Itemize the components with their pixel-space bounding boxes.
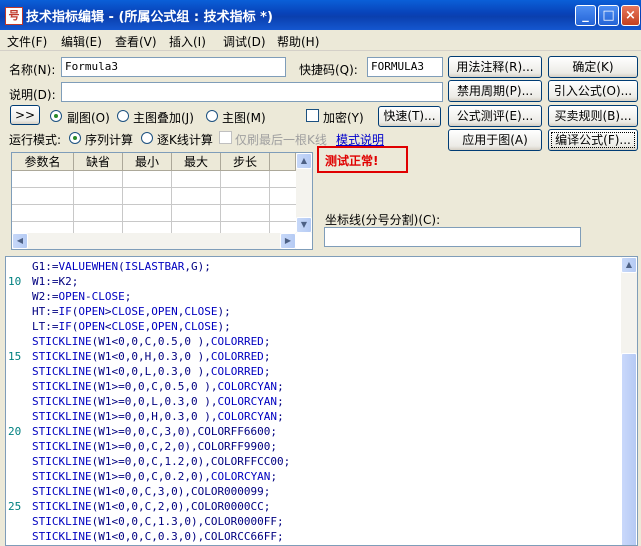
- code-text: STICKLINE(W1>=0,0,L,0.3,0 ),COLORCYAN;: [32, 395, 284, 408]
- title-bar[interactable]: 号 技术指标编辑 - (所属公式组 : 技术指标 *) _ □ ×: [0, 0, 641, 30]
- grid-row: [12, 221, 296, 222]
- window-title: 技术指标编辑 - (所属公式组 : 技术指标 *): [26, 10, 273, 25]
- code-text: STICKLINE(W1>=0,0,H,0.3,0 ),COLORCYAN;: [32, 410, 284, 423]
- sub-chart-radio[interactable]: [50, 110, 62, 122]
- main-chart-label[interactable]: 主图(M): [222, 109, 266, 126]
- code-text: STICKLINE(W1<0,0,C,0.3,0),COLORCC66FF;: [32, 530, 284, 543]
- line-number: 10: [8, 275, 22, 288]
- encrypt-label[interactable]: 加密(Y): [323, 109, 364, 126]
- shortcut-input[interactable]: FORMULA3: [367, 57, 443, 77]
- grid-col: [122, 171, 123, 233]
- status-box: 测试正常!: [317, 146, 408, 173]
- menu-bar: 文件(F) 编辑(E) 查看(V) 插入(I) 调试(D) 帮助(H): [0, 30, 641, 51]
- menu-insert[interactable]: 插入(I): [169, 33, 206, 50]
- param-col-min[interactable]: 最小: [123, 153, 172, 171]
- sequential-radio[interactable]: [69, 132, 81, 144]
- menu-file[interactable]: 文件(F): [7, 33, 47, 50]
- code-text: STICKLINE(W1>=0,0,C,1.2,0),COLORFFCC00;: [32, 455, 291, 468]
- scroll-down-icon[interactable]: ▼: [296, 217, 312, 233]
- grid-row: [12, 204, 296, 205]
- code-text: STICKLINE(W1<0,0,H,0.3,0 ),COLORRED;: [32, 350, 271, 363]
- code-text: STICKLINE(W1>=0,0,C,0.5,0 ),COLORCYAN;: [32, 380, 284, 393]
- trade-rules-button[interactable]: 买卖规则(B)...: [548, 105, 638, 127]
- code-text: LT:=IF(OPEN<CLOSE,OPEN,CLOSE);: [32, 320, 231, 333]
- formula-test-button[interactable]: 公式测评(E)...: [448, 105, 542, 127]
- line-number: 15: [8, 350, 22, 363]
- param-table[interactable]: 参数名 缺省 最小 最大 步长 ▲ ▼ ◀ ▶: [11, 152, 313, 250]
- expand-button[interactable]: >>: [10, 105, 40, 125]
- code-text: STICKLINE(W1>=0,0,C,3,0),COLORFF6600;: [32, 425, 278, 438]
- grid-col: [73, 171, 74, 233]
- main-overlay-label[interactable]: 主图叠加(J): [133, 109, 194, 126]
- grid-col: [269, 171, 270, 233]
- menu-edit[interactable]: 编辑(E): [61, 33, 102, 50]
- shortcut-label: 快捷码(Q):: [299, 63, 358, 77]
- app-icon: 号: [5, 7, 23, 25]
- code-text: STICKLINE(W1<0,0,C,0.5,0 ),COLORRED;: [32, 335, 271, 348]
- close-button[interactable]: ×: [621, 5, 640, 26]
- minimize-button[interactable]: _: [575, 5, 596, 26]
- usage-note-button[interactable]: 用法注释(R)...: [448, 56, 542, 78]
- code-text: STICKLINE(W1>=0,0,C,2,0),COLORFF9900;: [32, 440, 278, 453]
- scroll-up-icon[interactable]: ▲: [296, 153, 312, 169]
- encrypt-checkbox[interactable]: [306, 109, 319, 122]
- quick-button[interactable]: 快速(T)...: [378, 106, 441, 127]
- disable-period-button[interactable]: 禁用周期(P)...: [448, 80, 542, 102]
- param-vscroll[interactable]: ▲ ▼: [296, 153, 312, 233]
- menu-view[interactable]: 查看(V): [115, 33, 157, 50]
- code-text: STICKLINE(W1>=0,0,C,0.2,0),COLORCYAN;: [32, 470, 278, 483]
- param-hscroll[interactable]: ◀ ▶: [12, 233, 296, 249]
- axis-line-label: 坐标线(分号分割)(C):: [325, 213, 441, 227]
- line-number: 25: [8, 500, 22, 513]
- code-text: STICKLINE(W1<0,0,L,0.3,0 ),COLORRED;: [32, 365, 271, 378]
- scroll-up-icon[interactable]: ▲: [621, 257, 637, 273]
- editor-vscroll[interactable]: ▲: [621, 257, 637, 545]
- line-number: 20: [8, 425, 22, 438]
- refresh-last-checkbox: [219, 131, 232, 144]
- param-col-default[interactable]: 缺省: [74, 153, 123, 171]
- scroll-right-icon[interactable]: ▶: [280, 233, 296, 249]
- menu-help[interactable]: 帮助(H): [277, 33, 319, 50]
- grid-col: [171, 171, 172, 233]
- refresh-last-label: 仅刷最后一根K线: [235, 133, 327, 147]
- code-text: HT:=IF(OPEN>CLOSE,OPEN,CLOSE);: [32, 305, 231, 318]
- sequential-label[interactable]: 序列计算: [85, 131, 133, 148]
- param-col-name[interactable]: 参数名: [12, 153, 74, 171]
- ok-button[interactable]: 确定(K): [548, 56, 638, 78]
- status-text: 测试正常!: [325, 154, 379, 168]
- main-chart-radio[interactable]: [206, 110, 218, 122]
- per-bar-label[interactable]: 逐K线计算: [157, 131, 213, 148]
- param-col-extra: [270, 153, 296, 171]
- param-col-max[interactable]: 最大: [172, 153, 221, 171]
- code-text: W2:=OPEN-CLOSE;: [32, 290, 132, 303]
- desc-input[interactable]: [61, 82, 443, 102]
- apply-chart-button[interactable]: 应用于图(A): [448, 129, 542, 151]
- menu-debug[interactable]: 调试(D): [223, 33, 266, 50]
- scroll-left-icon[interactable]: ◀: [12, 233, 28, 249]
- name-label: 名称(N):: [9, 63, 56, 77]
- main-overlay-radio[interactable]: [117, 110, 129, 122]
- code-editor[interactable]: G1:=VALUEWHEN(ISLASTBAR,G); 10 W1:=K2; W2:=…: [5, 256, 638, 546]
- code-text: G1:=VALUEWHEN(ISLASTBAR,G);: [32, 260, 211, 273]
- maximize-button[interactable]: □: [598, 5, 619, 26]
- grid-col: [220, 171, 221, 233]
- desc-label: 说明(D):: [9, 88, 56, 102]
- axis-line-input[interactable]: [324, 227, 581, 247]
- per-bar-radio[interactable]: [141, 132, 153, 144]
- name-input[interactable]: Formula3: [61, 57, 286, 77]
- param-col-step[interactable]: 步长: [221, 153, 270, 171]
- code-text: W1:=K2;: [32, 275, 79, 288]
- compile-button[interactable]: 编译公式(F)...: [548, 129, 638, 151]
- code-text: STICKLINE(W1<0,0,C,1.3,0),COLOR0000FF;: [32, 515, 284, 528]
- import-formula-button[interactable]: 引入公式(O)...: [548, 80, 638, 102]
- code-text: STICKLINE(W1<0,0,C,2,0),COLOR0000CC;: [32, 500, 271, 513]
- run-mode-label: 运行模式:: [9, 133, 62, 147]
- code-text: STICKLINE(W1<0,0,C,3,0),COLOR000099;: [32, 485, 271, 498]
- sub-chart-label[interactable]: 副图(O): [67, 109, 110, 126]
- scroll-thumb[interactable]: [621, 353, 637, 545]
- grid-row: [12, 187, 296, 188]
